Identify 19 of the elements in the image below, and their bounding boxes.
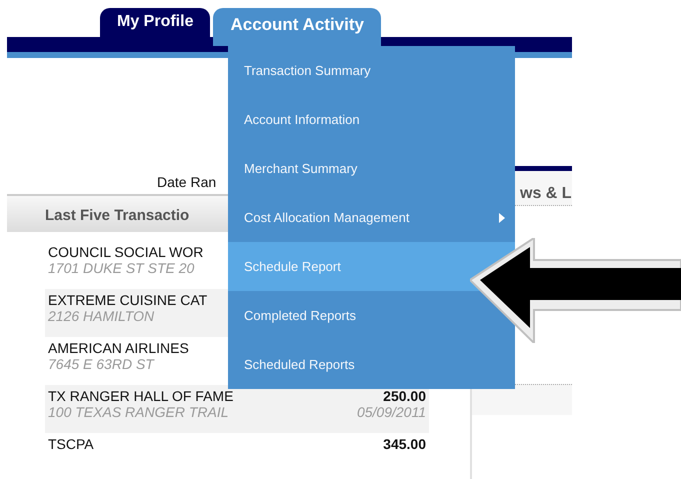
merchant-name: AMERICAN AIRLINES (48, 340, 189, 356)
nav-tab[interactable]: My Profile (100, 8, 210, 37)
merchant-name: TSCPA (48, 436, 94, 452)
amount: 345.00 (383, 436, 426, 452)
transaction-date: 05/09/2011 (356, 404, 426, 420)
merchant-address: 7645 E 63RD ST (48, 356, 156, 372)
menu-item[interactable]: Account Information (228, 95, 515, 144)
menu-item[interactable]: Transaction Summary (228, 46, 515, 95)
amount: 250.00 (382, 388, 426, 404)
merchant-name: EXTREME CUISINE CAT (48, 292, 208, 308)
date-range-label: Date Ran (157, 174, 216, 190)
merchant-name: COUNCIL SOCIAL WOR (48, 244, 204, 260)
menu-item[interactable]: Schedule Report (228, 242, 515, 291)
nav-tab[interactable]: Account Activity (213, 8, 381, 46)
merchant-name: TX RANGER HALL OF FAME (48, 388, 234, 404)
merchant-address: 2126 HAMILTON (48, 308, 156, 324)
menu-item[interactable]: Scheduled Reports (228, 340, 515, 389)
merchant-address: 100 TEXAS RANGER TRAIL (48, 404, 230, 420)
merchant-address: 1701 DUKE ST STE 20 (48, 260, 196, 276)
